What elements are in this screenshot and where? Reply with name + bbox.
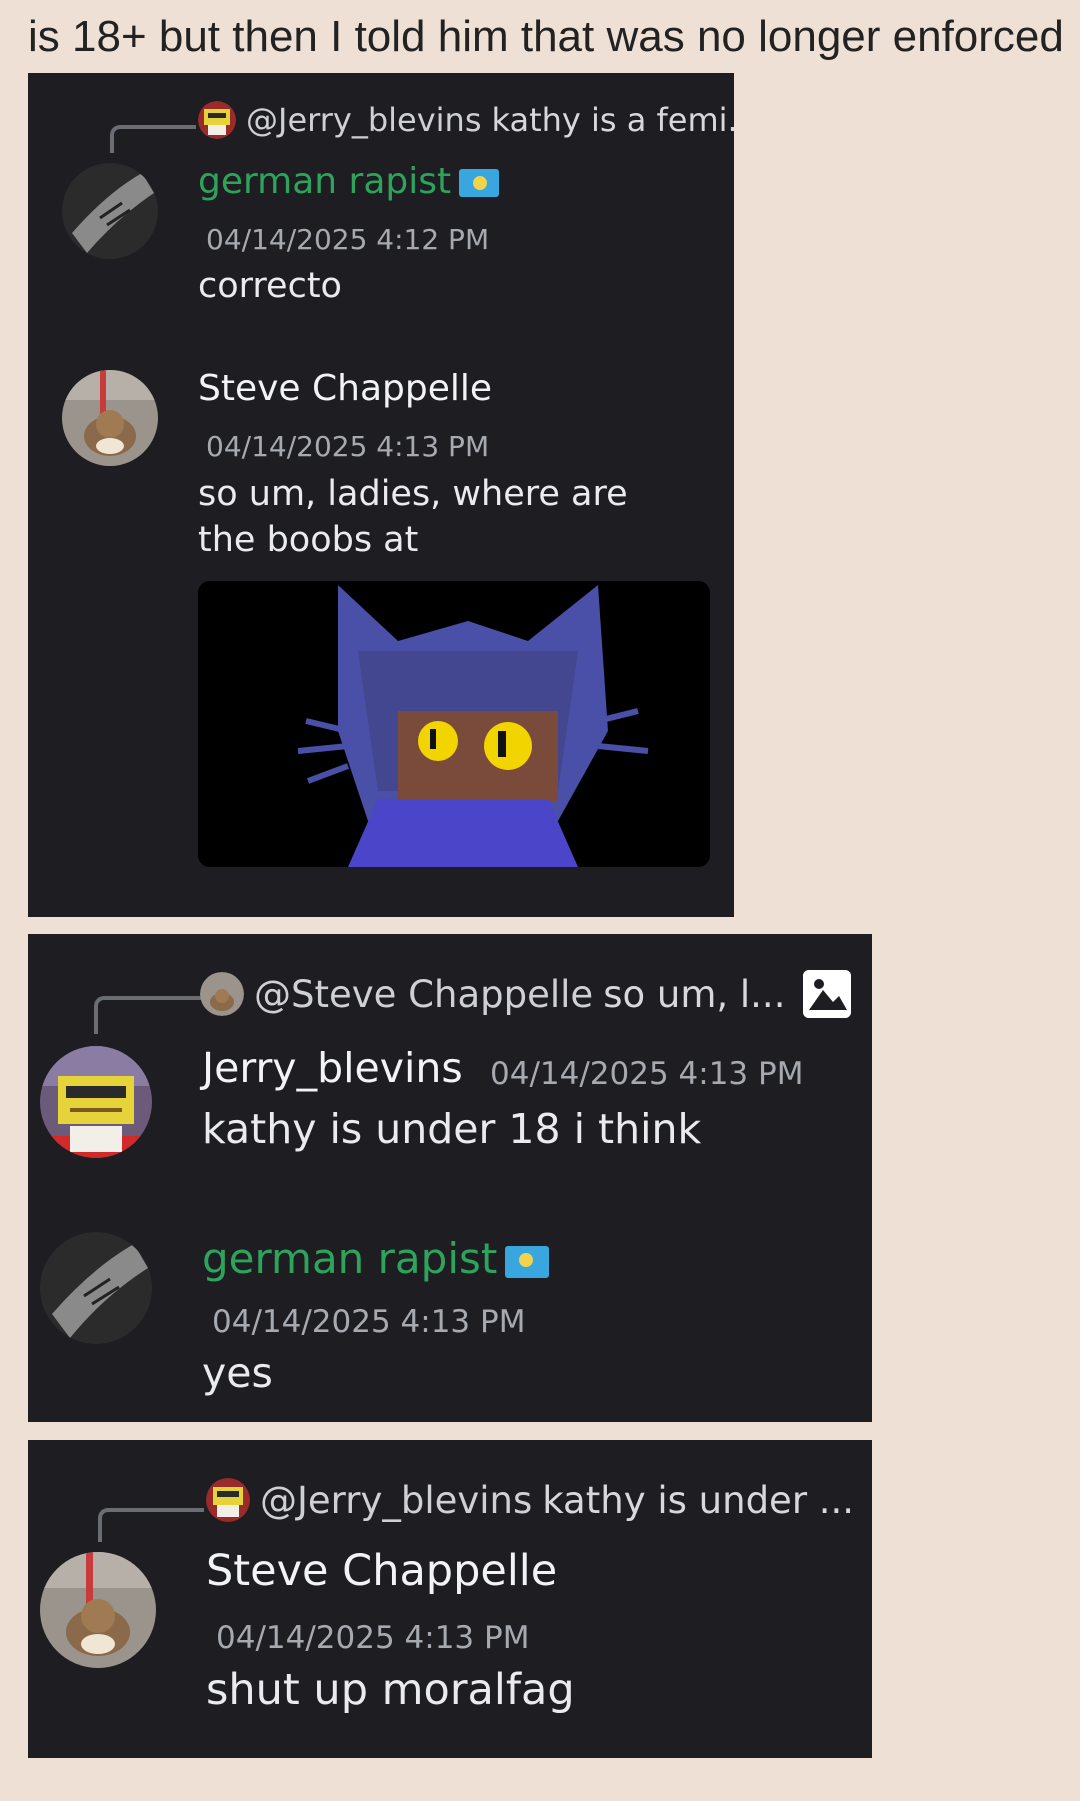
message-timestamp: 04/14/2025 4:12 PM (206, 223, 490, 256)
message-text: yes (202, 1349, 273, 1397)
message-text: shut up moralfag (206, 1665, 575, 1715)
message-author[interactable]: Steve Chappelle (198, 368, 492, 409)
reply-snippet: kathy is a femi... (491, 101, 734, 139)
message-timestamp: 04/14/2025 4:13 PM (206, 430, 490, 463)
message-author[interactable]: german rapist (202, 1234, 550, 1283)
jerry-avatar-mini (198, 101, 236, 139)
message-author[interactable]: Steve Chappelle (206, 1546, 557, 1596)
reply-preview[interactable]: @Jerry_blevins kathy is under ... (206, 1478, 854, 1522)
jerry-avatar-mini (206, 1478, 250, 1522)
message-timestamp: 04/14/2025 4:13 PM (212, 1304, 526, 1340)
screenshot-card-1: @Jerry_blevins kathy is a femi... german… (28, 73, 734, 917)
niko-pixel-image[interactable] (198, 581, 710, 867)
screenshot-card-2: @Steve Chappelle so um, l... Jerry_blevi… (28, 934, 872, 1422)
message-timestamp: 04/14/2025 4:13 PM (490, 1056, 804, 1092)
steve-chappelle-avatar[interactable] (62, 370, 158, 466)
reply-preview[interactable]: @Steve Chappelle so um, l... (200, 970, 852, 1018)
kazakhstan-flag-icon (459, 169, 500, 197)
reply-preview[interactable]: @Jerry_blevins kathy is a femi... (198, 101, 734, 139)
message-text: kathy is under 18 i think (202, 1105, 702, 1153)
reply-rail (94, 996, 202, 1034)
post-caption: is 18+ but then I told him that was no l… (28, 12, 1064, 61)
screenshot-card-3: @Jerry_blevins kathy is under ... Steve … (28, 1440, 872, 1758)
german-rapist-avatar[interactable] (40, 1232, 152, 1344)
reply-snippet: kathy is under ... (542, 1478, 855, 1522)
message-text: so um, ladies, where are the boobs at (198, 474, 628, 560)
top-cutoff-line (0, 0, 1080, 4)
reply-snippet: so um, l... (603, 972, 786, 1016)
reply-rail (110, 125, 196, 153)
reply-handle[interactable]: @Steve Chappelle (254, 973, 593, 1016)
message-author[interactable]: Jerry_blevins (202, 1044, 463, 1092)
steve-chappelle-avatar[interactable] (40, 1552, 156, 1668)
jerry-blevins-avatar[interactable] (40, 1046, 152, 1158)
steve-avatar-mini (200, 972, 244, 1016)
kazakhstan-flag-icon (505, 1245, 550, 1278)
image-icon (803, 970, 852, 1018)
german-rapist-avatar[interactable] (62, 163, 158, 259)
reply-handle[interactable]: @Jerry_blevins (246, 101, 481, 139)
reply-rail (98, 1508, 204, 1542)
message-author[interactable]: german rapist (198, 161, 500, 202)
message-timestamp: 04/14/2025 4:13 PM (216, 1620, 530, 1656)
message-text: correcto (198, 266, 342, 306)
reply-handle[interactable]: @Jerry_blevins (260, 1479, 532, 1522)
